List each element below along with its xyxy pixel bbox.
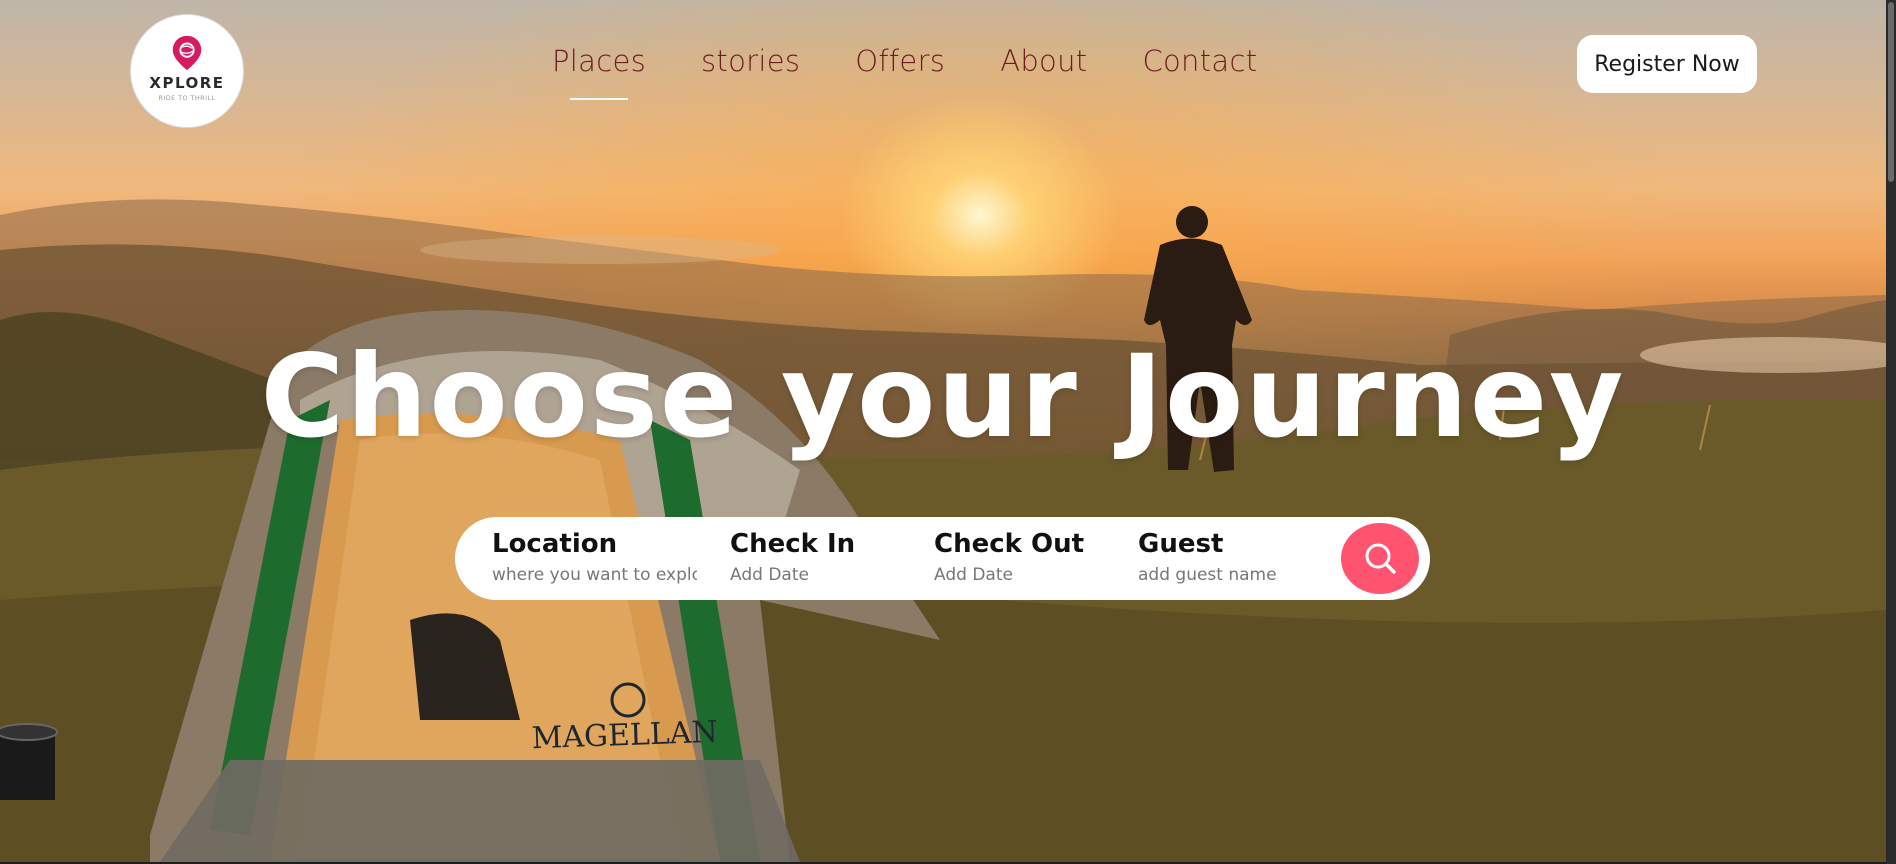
location-label: Location (492, 529, 618, 559)
scrollbar-thumb[interactable] (1888, 2, 1894, 182)
globe-pin-icon (172, 35, 202, 71)
location-input[interactable] (492, 565, 697, 585)
check-out-label: Check Out (934, 529, 1085, 559)
location-field: Location (492, 529, 697, 585)
search-icon (1365, 543, 1396, 574)
register-now-button[interactable]: Register Now (1577, 35, 1757, 93)
nav-item-contact[interactable]: Contact (1142, 44, 1257, 78)
page-scrollbar[interactable] (1886, 0, 1896, 864)
hero-section: MAGELLAN XPLORE RIDE TO THRILL Places st… (0, 0, 1886, 862)
check-in-label: Check In (730, 529, 856, 559)
check-in-input[interactable] (730, 565, 880, 585)
logo-title: XPLORE (149, 74, 225, 92)
svg-text:MAGELLAN: MAGELLAN (531, 715, 718, 756)
nav-item-offers[interactable]: Offers (855, 44, 945, 78)
guest-input[interactable] (1138, 565, 1308, 585)
search-button[interactable] (1341, 523, 1419, 594)
logo-tagline: RIDE TO THRILL (158, 94, 216, 102)
nav-item-about[interactable]: About (1000, 44, 1087, 78)
guest-field: Guest (1138, 529, 1308, 585)
check-in-field: Check In (730, 529, 880, 585)
check-out-field: Check Out (934, 529, 1084, 585)
nav-item-places[interactable]: Places (552, 44, 646, 100)
check-out-input[interactable] (934, 565, 1084, 585)
site-logo[interactable]: XPLORE RIDE TO THRILL (130, 14, 244, 128)
hero-title: Choose your Journey (260, 330, 1626, 463)
nav-item-stories[interactable]: stories (701, 44, 800, 78)
main-nav: Places stories Offers About Contact (552, 44, 1257, 100)
search-bar: Location Check In Check Out Guest (455, 517, 1430, 600)
guest-label: Guest (1138, 529, 1224, 559)
